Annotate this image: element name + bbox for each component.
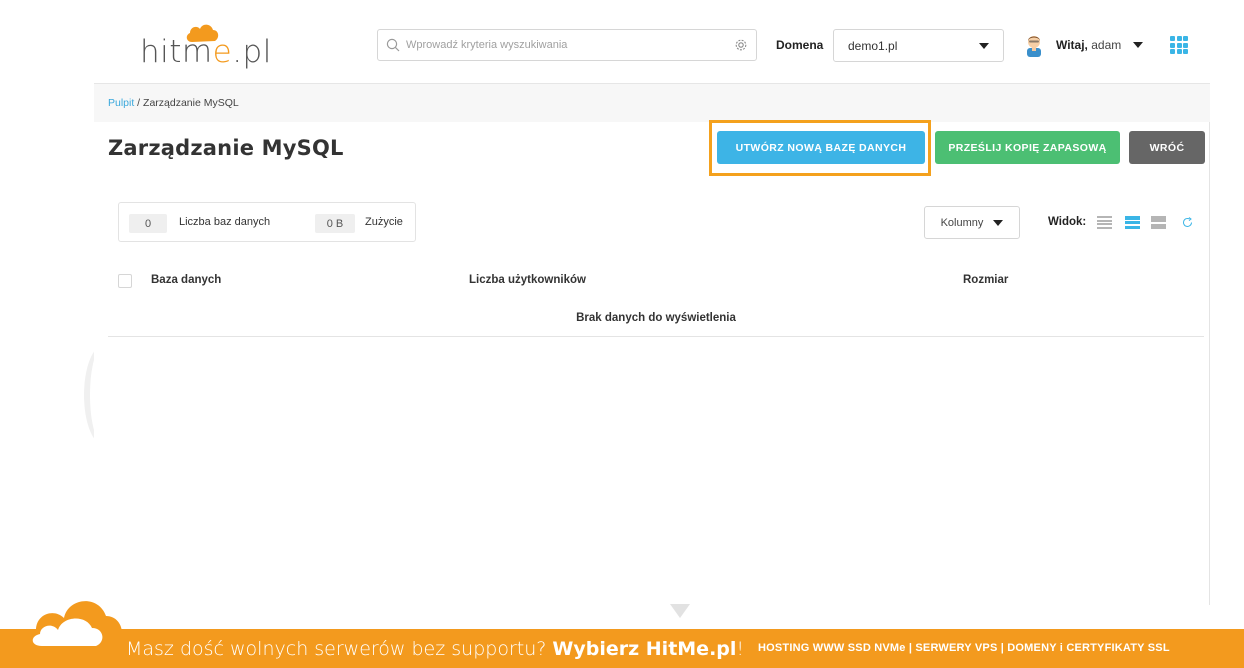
- compact-list-view-icon[interactable]: [1097, 216, 1112, 229]
- domain-selected-value: demo1.pl: [848, 38, 898, 53]
- banner-slogan[interactable]: Masz dość wolnych serwerów bez supportu?…: [126, 638, 744, 660]
- list-view-icon[interactable]: [1125, 216, 1140, 229]
- app-window: hitme.pl Domena demo1.pl Witaj, ada: [94, 0, 1210, 618]
- banner-services[interactable]: HOSTING WWW SSD NVMe | SERWERY VPS | DOM…: [758, 642, 1170, 654]
- domain-select[interactable]: demo1.pl: [833, 29, 1004, 62]
- user-avatar-icon[interactable]: [1024, 33, 1044, 57]
- top-header: hitme.pl Domena demo1.pl Witaj, ada: [94, 0, 1210, 84]
- logo-text: hitme.pl: [140, 34, 272, 70]
- chevron-down-icon[interactable]: [1133, 42, 1143, 48]
- search-input[interactable]: [406, 39, 734, 51]
- large-list-view-icon[interactable]: [1151, 216, 1166, 229]
- stats-summary: 0 Liczba baz danych 0 B Zużycie: [118, 202, 416, 242]
- column-header-database[interactable]: Baza danych: [151, 274, 221, 286]
- refresh-icon[interactable]: [1182, 217, 1193, 228]
- breadcrumb-current: Zarządzanie MySQL: [143, 97, 239, 109]
- select-all-checkbox[interactable]: [118, 274, 132, 288]
- breadcrumb: Pulpit / Zarządzanie MySQL: [94, 84, 1210, 122]
- usage-badge: 0 B: [315, 214, 355, 233]
- upload-backup-button[interactable]: PRZEŚLIJ KOPIĘ ZAPASOWĄ: [935, 131, 1120, 164]
- chevron-down-icon: [979, 42, 989, 49]
- breadcrumb-home-link[interactable]: Pulpit: [108, 97, 134, 109]
- columns-dropdown[interactable]: Kolumny: [924, 206, 1020, 239]
- db-count-label: Liczba baz danych: [179, 216, 271, 228]
- db-count-badge: 0: [129, 214, 167, 233]
- table-header: Baza danych Liczba użytkowników Rozmiar: [108, 266, 1204, 296]
- usage-label: Zużycie: [365, 216, 403, 228]
- cloud-logo-icon: [23, 601, 123, 656]
- logo[interactable]: hitme.pl: [140, 22, 272, 74]
- back-button[interactable]: WRÓĆ: [1129, 131, 1205, 164]
- domain-label: Domena: [776, 38, 824, 52]
- scroll-down-icon[interactable]: [670, 604, 690, 618]
- chevron-down-icon: [993, 219, 1004, 226]
- empty-table-message: Brak danych do wyświetlenia: [108, 300, 1204, 337]
- view-label: Widok:: [1048, 216, 1087, 228]
- column-header-users[interactable]: Liczba użytkowników: [469, 274, 586, 286]
- create-database-button[interactable]: UTWÓRZ NOWĄ BAZĘ DANYCH: [717, 131, 925, 164]
- page-title: Zarządzanie MySQL: [108, 136, 344, 160]
- apps-grid-icon[interactable]: [1170, 36, 1188, 54]
- column-header-size[interactable]: Rozmiar: [963, 274, 1008, 286]
- user-greeting[interactable]: Witaj, adam: [1056, 38, 1121, 52]
- settings-gear-icon[interactable]: [734, 38, 748, 52]
- search-icon: [386, 38, 400, 52]
- search-box: [377, 29, 757, 61]
